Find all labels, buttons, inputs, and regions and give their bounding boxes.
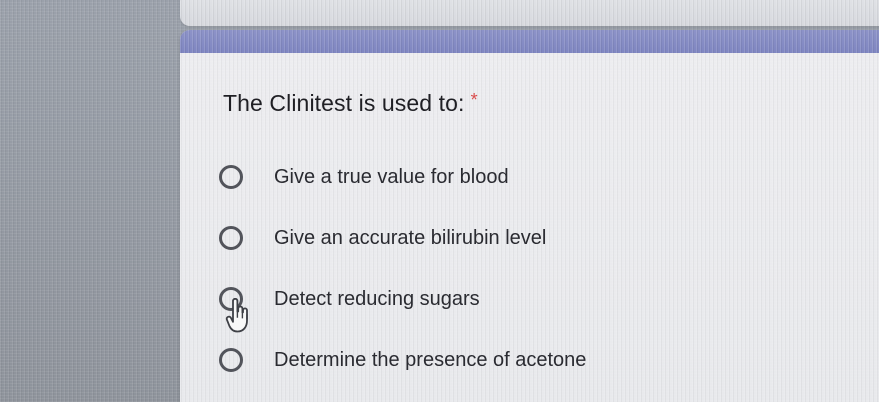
option-accurate-bilirubin-level[interactable]: Give an accurate bilirubin level xyxy=(219,223,546,253)
option-label: Determine the presence of acetone xyxy=(274,348,587,371)
option-true-value-for-blood[interactable]: Give a true value for blood xyxy=(219,162,509,192)
radio-button-icon[interactable] xyxy=(219,348,243,372)
option-detect-reducing-sugars[interactable]: Detect reducing sugars xyxy=(219,284,480,314)
option-presence-of-acetone[interactable]: Determine the presence of acetone xyxy=(219,345,586,375)
previous-question-card xyxy=(180,0,879,26)
question-text: The Clinitest is used to: xyxy=(223,90,465,116)
radio-button-icon[interactable] xyxy=(219,226,243,250)
radio-button-icon[interactable] xyxy=(219,165,243,189)
option-label: Give a true value for blood xyxy=(274,165,509,188)
option-label: Detect reducing sugars xyxy=(274,287,480,310)
question-title: The Clinitest is used to: * xyxy=(223,90,478,117)
option-label: Give an accurate bilirubin level xyxy=(274,226,547,249)
question-card: The Clinitest is used to: * Give a true v… xyxy=(180,30,879,402)
radio-button-icon[interactable] xyxy=(219,287,243,311)
card-accent-strip xyxy=(180,30,879,53)
required-star: * xyxy=(470,90,478,110)
